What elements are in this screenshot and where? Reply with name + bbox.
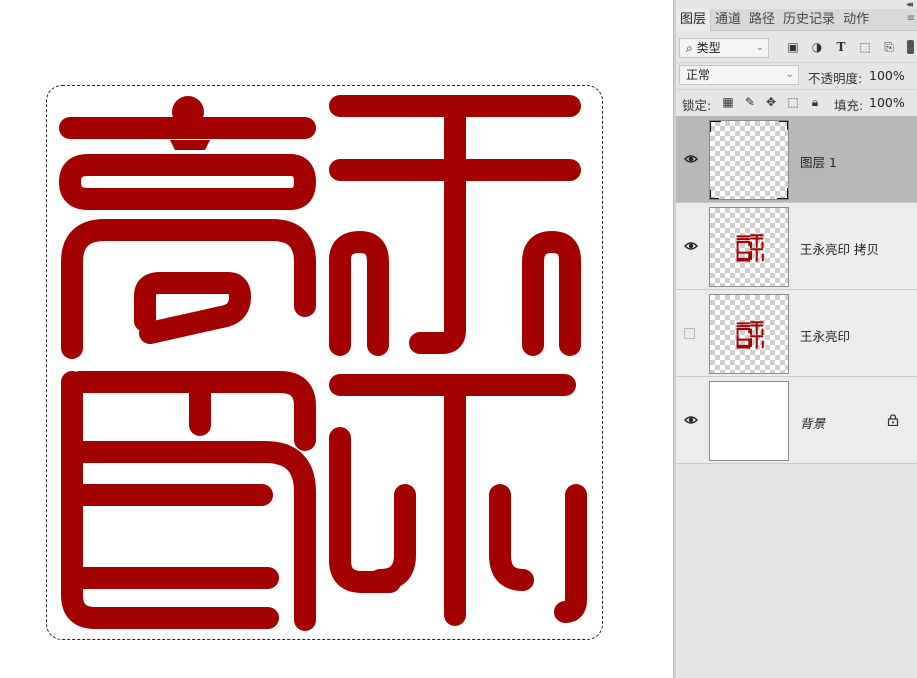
lock-artboard-icon[interactable]: ⬚	[786, 95, 800, 109]
layers-panel: ◂◂ 图层 通道 路径 历史记录 动作 ≡ ⌕ 类型 ⌄ ▣ ◑ T ⬚ ⎘ 正…	[676, 0, 917, 678]
chevron-down-icon: ⌄	[755, 42, 764, 53]
layer-lock-icon	[887, 414, 899, 426]
layer-thumbnail[interactable]	[709, 120, 789, 200]
lock-transparent-icon[interactable]: ▦	[721, 95, 735, 109]
seal-thumbnail-image	[736, 321, 764, 349]
shape-filter-icon[interactable]: ⬚	[858, 40, 872, 54]
layer-thumbnail[interactable]	[709, 294, 789, 374]
lock-position-icon[interactable]: ✥	[764, 95, 778, 109]
type-filter-icon[interactable]: T	[834, 40, 848, 54]
layer-thumbnail[interactable]	[709, 207, 789, 287]
smart-object-filter-icon[interactable]: ⎘	[882, 40, 896, 54]
lock-row: 锁定: ▦ ✎ ✥ ⬚ 🔒︎ 填充: 100%	[676, 89, 917, 113]
fill-label: 填充:	[834, 98, 864, 113]
layer-name[interactable]: 图层 1	[800, 152, 837, 171]
lock-all-icon[interactable]: 🔒︎	[808, 95, 822, 109]
layer-filter-select[interactable]: ⌕ 类型 ⌄	[679, 38, 769, 58]
panel-menu-icon[interactable]: ≡	[907, 13, 915, 24]
tab-history[interactable]: 历史记录	[779, 9, 839, 31]
visibility-eye-icon[interactable]	[684, 414, 698, 426]
blend-mode-row: 正常 ⌄ 不透明度: 100%	[676, 62, 917, 86]
filter-type-label: 类型	[696, 41, 721, 55]
search-icon: ⌕	[686, 41, 693, 55]
layer-row[interactable]: 背景	[676, 377, 917, 464]
opacity-label: 不透明度:	[808, 71, 863, 86]
layer-name[interactable]: 王永亮印 拷贝	[800, 239, 879, 258]
visibility-eye-icon[interactable]	[684, 153, 698, 165]
tab-layers[interactable]: 图层	[676, 9, 712, 31]
layer-name[interactable]: 背景	[800, 413, 825, 432]
visibility-eye-icon[interactable]	[684, 240, 698, 252]
filter-toggle-switch[interactable]	[907, 40, 914, 54]
chevron-down-icon: ⌄	[785, 69, 794, 80]
layer-name[interactable]: 王永亮印	[800, 326, 850, 345]
layers-list: 图层 1 王永亮印 拷贝 王永亮印 背景	[676, 116, 917, 464]
layer-filter-row: ⌕ 类型 ⌄ ▣ ◑ T ⬚ ⎘	[676, 36, 917, 60]
tab-channels[interactable]: 通道	[711, 9, 745, 31]
seal-thumbnail-image	[736, 234, 764, 262]
photoshop-workspace: ◂◂ 图层 通道 路径 历史记录 动作 ≡ ⌕ 类型 ⌄ ▣ ◑ T ⬚ ⎘ 正…	[0, 0, 917, 678]
layer-row[interactable]: 王永亮印 拷贝	[676, 203, 917, 290]
layer-row[interactable]: 王永亮印	[676, 290, 917, 377]
tab-actions[interactable]: 动作	[839, 9, 873, 31]
image-filter-icon[interactable]: ▣	[786, 40, 800, 54]
lock-label: 锁定:	[682, 98, 712, 113]
opacity-input[interactable]: 100%	[869, 68, 905, 83]
layers-empty-area[interactable]	[676, 464, 917, 678]
layer-row[interactable]: 图层 1	[676, 116, 917, 203]
document-canvas[interactable]	[0, 0, 673, 678]
blend-mode-select[interactable]: 正常 ⌄	[679, 65, 799, 85]
marquee-selection[interactable]	[46, 85, 603, 640]
visibility-toggle-empty[interactable]	[684, 328, 695, 339]
fill-input[interactable]: 100%	[869, 95, 905, 110]
panel-tab-bar: 图层 通道 路径 历史记录 动作	[676, 9, 917, 31]
layer-thumbnail[interactable]	[709, 381, 789, 461]
blend-mode-value: 正常	[686, 68, 711, 82]
tab-paths[interactable]: 路径	[745, 9, 779, 31]
adjustment-filter-icon[interactable]: ◑	[810, 40, 824, 54]
lock-pixels-icon[interactable]: ✎	[743, 95, 757, 109]
